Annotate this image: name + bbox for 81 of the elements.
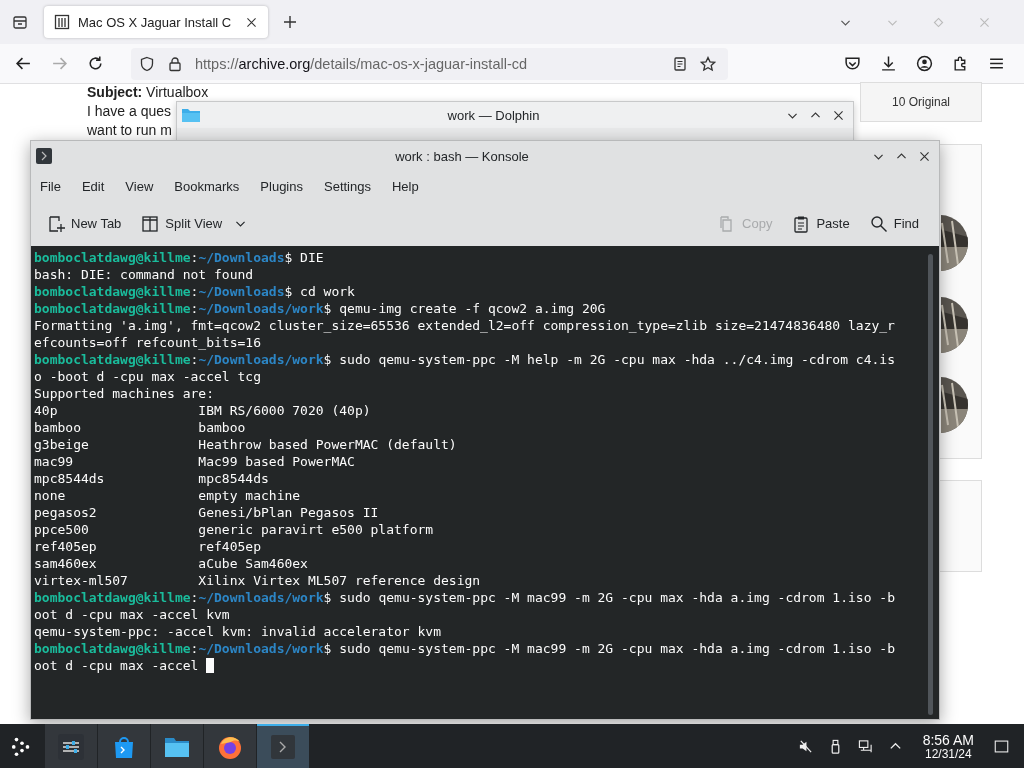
bookmark-star-icon[interactable] — [700, 55, 716, 72]
folder-icon — [181, 107, 201, 123]
menu-item[interactable]: Settings — [324, 174, 381, 198]
clipboard-icon — [792, 214, 811, 233]
terminal-line: sam460ex aCube Sam460ex — [34, 555, 309, 572]
terminal-line: ref405ep ref405ep — [34, 538, 262, 555]
window-title: work — Dolphin — [446, 107, 541, 123]
address-bar[interactable]: https://archive.org/details/mac-os-x-jaguar-install-cd — [131, 47, 728, 80]
terminal-area[interactable] — [31, 246, 939, 719]
store-task-button[interactable] — [98, 724, 150, 768]
terminal-line: mac99 Mac99 based PowerMAC — [34, 453, 356, 470]
terminal-line: o -boot d -cpu max -accel tcg — [34, 368, 262, 385]
menu-item[interactable]: View — [125, 174, 164, 198]
terminal-line: bomboclatdawg@killme:~/Downloads/work$ sudo qemu-system-ppc -M mac99 -m 2G -cpu max -hda a.img -cdrom 1.iso -b — [34, 589, 896, 606]
new-tab-button[interactable]: New Tab — [39, 210, 130, 237]
show-desktop-icon[interactable] — [994, 738, 1009, 754]
close-icon[interactable] — [918, 149, 931, 163]
terminal-line: Formatting 'a.img', fmt=qcow2 cluster_size=65536 extended_l2=off compression_type=zlib size=21474836480 lazy_r — [34, 317, 896, 334]
new-tab-icon[interactable] — [282, 14, 298, 30]
menu-item[interactable]: Help — [391, 174, 429, 198]
settings-task-button[interactable] — [45, 724, 97, 768]
browser-icon — [217, 734, 243, 760]
terminal-line: bomboclatdawg@killme:~/Downloads/work$ sudo qemu-system-ppc -M mac99 -m 2G -cpu max -hda a.img -cdrom 1.iso -b — [34, 640, 896, 657]
account-icon[interactable] — [916, 55, 933, 72]
terminal-task-button[interactable] — [257, 724, 309, 768]
search-icon — [869, 214, 888, 233]
close-icon[interactable] — [832, 108, 845, 122]
terminal-icon — [36, 148, 52, 164]
reader-view-icon[interactable] — [672, 55, 688, 72]
split-view-button[interactable]: Split View — [133, 210, 256, 237]
terminal-line: virtex-ml507 Xilinx Virtex ML507 reference design — [34, 572, 482, 589]
tab-list-icon[interactable] — [12, 14, 28, 30]
terminal-icon — [270, 734, 296, 760]
post-text: I have a ques — [87, 103, 172, 119]
clock[interactable]: 8:56 AM 12/31/24 — [922, 731, 974, 761]
menu-item[interactable]: Edit — [81, 174, 115, 198]
window-title: work : bash — Konsole — [394, 148, 530, 164]
close-icon[interactable] — [245, 15, 258, 29]
tab-title: Mac OS X Jaguar Install C — [78, 14, 233, 30]
shield-icon[interactable] — [139, 55, 155, 72]
original-files-button[interactable]: 10 Original — [860, 82, 982, 122]
pocket-icon[interactable] — [844, 55, 861, 72]
terminal-line: oot d -cpu max -accel — [34, 657, 928, 674]
terminal-line: bomboclatdawg@killme:~/Downloads/work$ sudo qemu-system-ppc -M help -m 2G -cpu max -hda ../c4.img -cdrom c4.is — [34, 351, 896, 368]
paste-button[interactable]: Paste — [784, 210, 858, 237]
terminal-line: bamboo bamboo — [34, 419, 247, 436]
url-text: https://archive.org/details/mac-os-x-jaguar-install-cd — [195, 55, 528, 72]
browser-tab[interactable]: Mac OS X Jaguar Install C — [44, 6, 268, 38]
terminal-line: qemu-system-ppc: -accel kvm: invalid accelerator kvm — [34, 623, 442, 640]
terminal-line: bash: DIE: command not found — [34, 266, 255, 283]
terminal-line: bomboclatdawg@killme:~/Downloads/work$ qemu-img create -f qcow2 a.img 20G — [34, 300, 607, 317]
terminal-line: efcounts=off refcount_bits=16 — [34, 334, 262, 351]
terminal-line: oot d -cpu max -accel kvm — [34, 606, 231, 623]
menu-item[interactable]: File — [40, 174, 71, 198]
new-tab-icon — [47, 214, 65, 233]
terminal-line: mpc8544ds mpc8544ds — [34, 470, 270, 487]
reload-icon[interactable] — [87, 55, 104, 72]
back-icon[interactable] — [15, 55, 32, 72]
find-button[interactable]: Find — [861, 210, 927, 237]
split-view-icon — [141, 214, 160, 233]
firefox-task-button[interactable] — [204, 724, 256, 768]
terminal-line: pegasos2 Genesi/bPlan Pegasos II — [34, 504, 380, 521]
terminal-line: Supported machines are: — [34, 385, 215, 402]
menu-item[interactable]: Bookmarks — [174, 174, 250, 198]
post-text: want to run m — [87, 122, 172, 138]
terminal-line: ppce500 generic paravirt e500 platform — [34, 521, 435, 538]
terminal-line: bomboclatdawg@killme:~/Downloads$ DIE — [34, 249, 325, 266]
subject-line: Subject: Virtualbox — [87, 84, 209, 100]
archive-icon — [54, 14, 70, 30]
lock-icon[interactable] — [167, 55, 183, 72]
terminal-line: none empty machine — [34, 487, 302, 504]
scrollbar[interactable] — [928, 254, 933, 715]
download-icon[interactable] — [880, 55, 897, 72]
terminal-line: g3beige Heathrow based PowerMAC (default) — [34, 436, 458, 453]
muted-speaker-icon[interactable] — [797, 738, 813, 754]
terminal-line: 40p IBM RS/6000 7020 (40p) — [34, 402, 372, 419]
terminal-line: bomboclatdawg@killme:~/Downloads$ cd work — [34, 283, 356, 300]
files-task-button[interactable] — [151, 724, 203, 768]
menu-item[interactable]: Plugins — [260, 174, 313, 198]
sliders-icon — [58, 734, 84, 760]
network-icon[interactable] — [857, 738, 873, 754]
